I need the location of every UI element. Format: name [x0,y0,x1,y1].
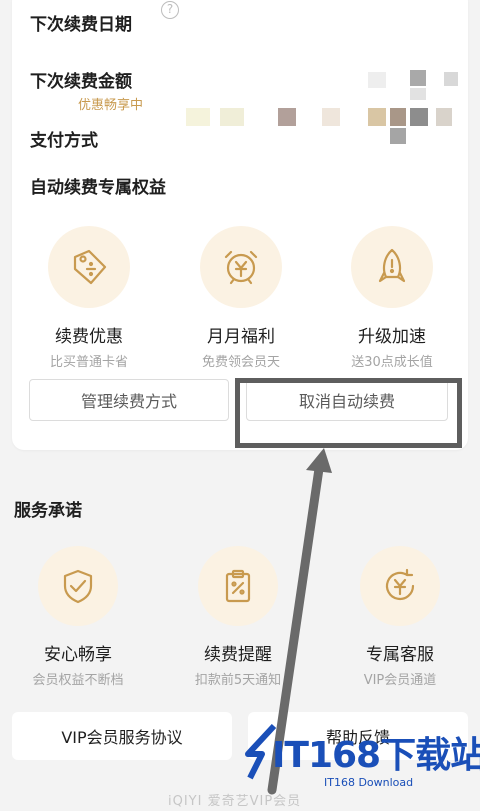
next-renewal-date-label: 下次续费日期 [30,15,132,35]
service-item-subtitle: 扣款前5天通知 [194,673,282,688]
shield-check-icon [38,546,118,626]
promo-badge: 优惠畅享中 [78,98,144,113]
service-item[interactable]: 安心畅享 会员权益不断档 [8,546,148,688]
watermark-logo: IT168下载站 IT168 Download [240,722,480,804]
benefit-subtitle: 免费领会员天 [201,355,280,370]
manage-renewal-button[interactable]: 管理续费方式 [29,379,229,421]
service-item-title: 专属客服 [366,645,434,665]
service-item-title: 安心畅享 [44,645,112,665]
benefit-subtitle: 送30点成长值 [351,355,433,370]
alarm-clock-icon [200,226,282,308]
benefit-title: 月月福利 [207,327,275,347]
watermark-subtext: IT168 Download [324,776,414,789]
benefit-item[interactable]: 续费优惠 比买普通卡省 [24,226,154,370]
service-item-subtitle: VIP会员通道 [363,673,437,688]
rocket-icon [351,226,433,308]
vip-agreement-button[interactable]: VIP会员服务协议 [12,712,232,760]
clipboard-percent-icon [198,546,278,626]
benefit-item[interactable]: 月月福利 免费领会员天 [176,226,306,370]
service-item-subtitle: 会员权益不断档 [32,673,124,688]
help-icon[interactable]: ? [161,1,179,19]
benefit-subtitle: 比买普通卡省 [49,355,128,370]
discount-tag-icon [48,226,130,308]
service-item[interactable]: 专属客服 VIP会员通道 [330,546,470,688]
service-item[interactable]: 续费提醒 扣款前5天通知 [168,546,308,688]
benefits-title: 自动续费专属权益 [30,178,166,198]
service-title: 服务承诺 [14,501,82,521]
next-renewal-amount-label: 下次续费金额 [30,72,132,92]
payment-method-label: 支付方式 [30,131,98,151]
refresh-yen-icon [360,546,440,626]
benefit-item[interactable]: 升级加速 送30点成长值 [327,226,457,370]
watermark-text: IT168下载站 [272,735,480,776]
service-item-title: 续费提醒 [204,645,272,665]
benefit-title: 升级加速 [358,327,426,347]
annotation-highlight-box [235,378,462,448]
benefit-title: 续费优惠 [55,327,123,347]
